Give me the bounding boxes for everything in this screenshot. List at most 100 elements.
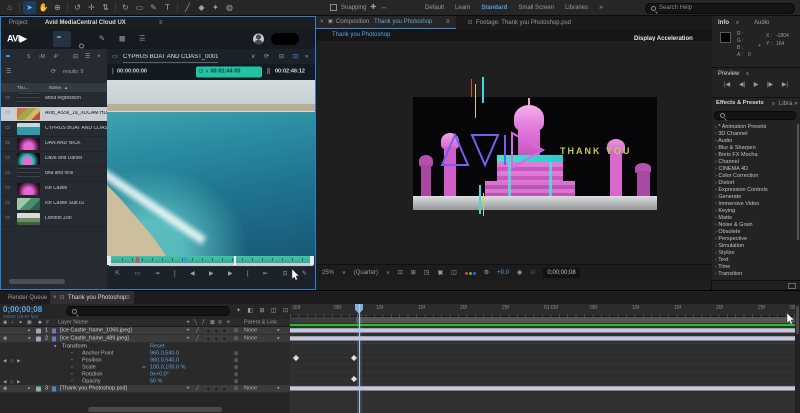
effect-category[interactable]: Expression Controls: [715, 188, 768, 194]
audio-column-icon[interactable]: ♪: [11, 320, 14, 325]
pen-tool-icon[interactable]: ✎: [147, 1, 160, 14]
pickwhip-icon[interactable]: ◎: [234, 352, 238, 357]
list-item[interactable]: ▭dna and nick: [1, 167, 108, 182]
property-name[interactable]: Position: [82, 358, 102, 364]
parent-dropdown[interactable]: None: [244, 328, 257, 334]
property-value[interactable]: 960.0,540.0: [150, 358, 179, 364]
effect-category[interactable]: Text: [715, 258, 728, 264]
annotate-icon[interactable]: ✎: [302, 271, 307, 277]
edit-icon[interactable]: ✎: [99, 36, 105, 43]
tab-libraries[interactable]: Libra: [779, 101, 792, 107]
quality-switch-icon[interactable]: ✦: [186, 328, 190, 333]
scrubber-start-handle[interactable]: [107, 256, 111, 265]
avatar[interactable]: [253, 34, 264, 45]
twirl-icon[interactable]: ▸: [28, 386, 31, 391]
current-timecode-badge[interactable]: ⊡ ∨ 00:01:44:05: [196, 67, 262, 78]
next-frame-icon[interactable]: |▶: [767, 82, 773, 88]
hide-shy-icon[interactable]: ⊞: [259, 308, 264, 314]
layer-name[interactable]: [Ice Castle_frame_489.jpeg]: [60, 336, 129, 342]
tab-composition[interactable]: × ▣ Composition Thank you Photoshop ≡: [316, 16, 456, 29]
effect-category[interactable]: Simulation: [715, 244, 744, 250]
snap-edges-icon[interactable]: ✚: [370, 4, 376, 11]
prev-keyframe-icon[interactable]: ◀: [3, 380, 6, 385]
more-icon[interactable]: »: [305, 54, 308, 60]
expand-icon[interactable]: ↔: [380, 4, 387, 11]
list-item[interactable]: ▭Ice Castle: [1, 182, 108, 197]
effect-category[interactable]: Generate: [715, 195, 741, 201]
stopwatch-icon-active[interactable]: ◔: [70, 359, 73, 364]
tab-footage[interactable]: ⊡ Footage: Thank you Photoshop.psd: [466, 16, 616, 29]
eye-column-icon[interactable]: ◉: [3, 320, 7, 325]
layer-row-3[interactable]: ◉ ▸ 3 [Thank you Photoshop.psd] ✦ ╱ ◎ No…: [0, 385, 290, 393]
list-item[interactable]: ▭DAN AND NICK: [1, 137, 108, 152]
hand-tool-icon[interactable]: ✋: [37, 1, 50, 14]
list-view-icon[interactable]: ☰: [85, 54, 90, 60]
rotation-tool-icon[interactable]: ↻: [119, 1, 132, 14]
mark-out-icon[interactable]: [: [247, 271, 249, 277]
puppet-pin-tool-icon[interactable]: ✦: [209, 1, 222, 14]
property-value[interactable]: 50 %: [150, 379, 163, 385]
mark-in-icon[interactable]: ]: [174, 271, 176, 277]
pickwhip-icon[interactable]: ◎: [234, 359, 238, 364]
panel-menu-icon[interactable]: ≡: [736, 21, 739, 26]
mode-box[interactable]: [222, 328, 227, 333]
list-item[interactable]: ▭London Zoo: [1, 212, 108, 227]
snapshot-camera-icon[interactable]: ◉: [517, 270, 522, 276]
timeline-horizontal-scrollbar[interactable]: [88, 407, 222, 412]
list-item[interactable]: ▭Dave and Daniel: [1, 152, 108, 167]
number-column-header[interactable]: #: [46, 320, 49, 325]
workspace-tab-libraries[interactable]: Libraries: [565, 5, 588, 11]
filter-masterclips[interactable]: ›M: [39, 55, 45, 60]
tab-effects-presets[interactable]: Effects & Presets: [716, 101, 764, 107]
pickwhip-icon[interactable]: ◎: [234, 380, 238, 385]
export-icon[interactable]: ⊟: [73, 54, 78, 60]
fx-switch-icon[interactable]: ╱: [196, 336, 199, 341]
comp-viewer-area[interactable]: THANK YOU: [316, 41, 712, 264]
tab-project[interactable]: Project: [9, 20, 28, 26]
workspace-tab-default[interactable]: Default: [425, 5, 444, 11]
type-tool-icon[interactable]: T: [161, 1, 174, 14]
property-name[interactable]: Rotation: [82, 372, 103, 378]
effect-category[interactable]: * Animation Presets: [715, 125, 766, 131]
panel-menu-icon[interactable]: ≡: [772, 102, 775, 107]
scrollbar[interactable]: [797, 124, 800, 240]
stopwatch-icon[interactable]: ◔: [70, 366, 73, 371]
orbit-tool-icon[interactable]: ↺: [71, 1, 84, 14]
menu-icon[interactable]: ☰: [6, 69, 11, 75]
new-folder-icon[interactable]: [788, 283, 796, 289]
effect-category[interactable]: Noise & Grain: [715, 223, 753, 229]
mark-clip-icon[interactable]: ▭: [134, 271, 140, 277]
last-frame-icon[interactable]: ▶|: [782, 82, 788, 88]
goto-out-icon[interactable]: ⇤: [263, 271, 268, 277]
next-keyframe-icon[interactable]: ▶: [17, 359, 20, 364]
motion-blur-icon[interactable]: ⊡: [283, 308, 288, 314]
label-column-icon[interactable]: ◆: [38, 320, 42, 325]
effect-category[interactable]: Obsolete: [715, 230, 740, 236]
media-icon[interactable]: ▦: [119, 36, 126, 43]
tab-info[interactable]: Info: [718, 20, 729, 26]
refresh-icon[interactable]: ⟳: [51, 69, 56, 75]
snapping-checkbox[interactable]: [330, 4, 337, 11]
search-help-field[interactable]: Search Help: [645, 3, 795, 14]
exposure-value[interactable]: +0.0: [497, 270, 509, 276]
property-name[interactable]: Scale: [82, 365, 96, 371]
twirl-icon[interactable]: ▾: [54, 345, 57, 350]
layer-row-2[interactable]: ◉ ▾ 2 [Ice Castle_frame_489.jpeg] ✦ ╱ ◎ …: [0, 335, 290, 343]
effect-category[interactable]: Color Correction: [715, 174, 758, 180]
more-workspaces-icon[interactable]: »: [599, 4, 603, 11]
effect-category[interactable]: CINEMA 4D: [715, 167, 748, 173]
step-forward-icon[interactable]: ▶: [228, 271, 233, 277]
lock-column-icon[interactable]: ▣: [27, 320, 32, 325]
refresh-icon[interactable]: ⟳: [264, 54, 269, 60]
tab-render-queue[interactable]: Render Queue: [8, 295, 47, 301]
tab-timeline-comp[interactable]: × ⊡ Thank you Photoshop: [50, 291, 134, 304]
effect-category[interactable]: Immersive Video: [715, 202, 759, 208]
mode-box[interactable]: [222, 336, 227, 341]
viewer-clip-title[interactable]: CYPRUS BOAT AND COAST_0001: [123, 54, 218, 63]
scrubber-playhead[interactable]: [234, 256, 236, 265]
fx-switch-icon[interactable]: ╱: [196, 328, 199, 333]
eraser-tool-icon[interactable]: ◆: [195, 1, 208, 14]
chevron-down-icon[interactable]: ∨: [251, 54, 255, 60]
grid-guides-icon[interactable]: ⊞: [411, 270, 416, 276]
pickwhip-icon[interactable]: ◎: [234, 328, 238, 333]
